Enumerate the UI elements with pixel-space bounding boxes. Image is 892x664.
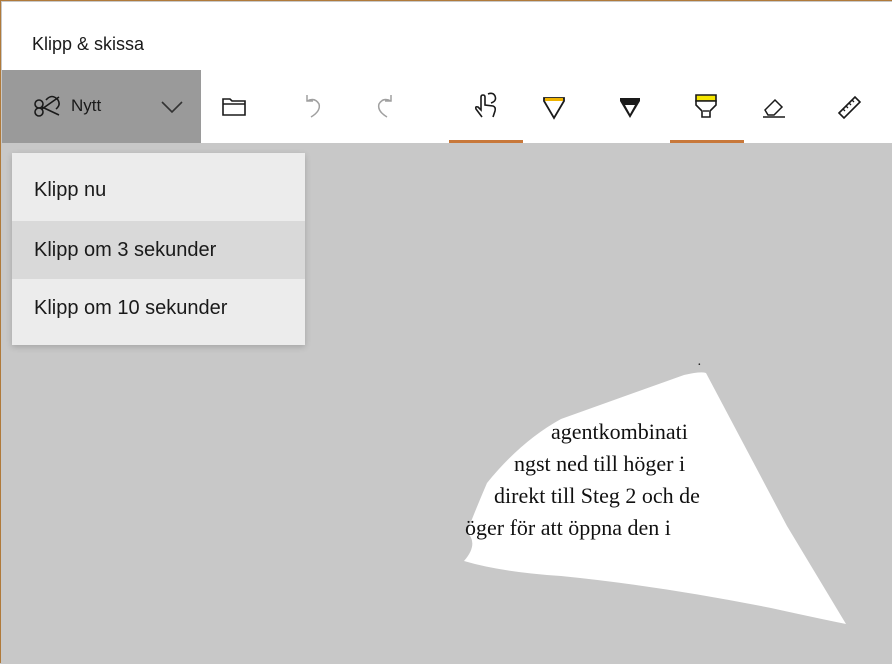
new-snip-dropdown-menu: Klipp nu Klipp om 3 sekunder Klipp om 10… [12,153,305,345]
undo-button[interactable] [292,86,332,126]
open-file-icon [222,98,246,116]
ballpoint-pen-icon [543,97,565,120]
new-snip-button[interactable]: Nytt [2,70,201,143]
menu-item-snip-10-seconds[interactable]: Klipp om 10 sekunder [12,279,305,337]
touch-writing-active-indicator [449,140,523,143]
toolbar: Nytt [2,70,892,143]
snip-text-line: · [697,358,702,373]
highlighter-button[interactable] [686,86,726,126]
eraser-icon [763,98,785,118]
ballpoint-pen-button[interactable] [534,86,574,126]
undo-icon [306,95,321,118]
snip-text-line: öger för att öppna den i [465,515,671,540]
ruler-icon [837,95,862,120]
menu-item-snip-3-seconds[interactable]: Klipp om 3 sekunder [12,221,305,279]
snip-text-line: agentkombinati [551,419,688,444]
touch-writing-button[interactable] [466,86,506,126]
redo-button[interactable] [366,86,406,126]
ruler-button[interactable] [830,86,870,126]
snip-sketch-window: Klipp & skissa Nytt · agentkombinati ngs… [0,0,892,663]
snip-text-line: direkt till Steg 2 och de [494,483,700,508]
chevron-down-icon[interactable] [159,94,185,120]
snip-icon [34,95,60,117]
highlighter-icon [695,94,717,118]
new-snip-label: Nytt [71,96,102,115]
redo-icon [377,95,392,118]
open-file-button[interactable] [214,86,254,126]
pencil-button[interactable] [610,86,650,126]
eraser-button[interactable] [754,86,794,126]
app-title: Klipp & skissa [32,34,145,54]
touch-writing-icon [474,92,497,118]
highlighter-active-indicator [670,140,744,143]
pencil-icon [620,98,640,118]
snip-text-line: ngst ned till höger i [514,451,686,476]
title-bar: Klipp & skissa [2,2,892,70]
menu-item-snip-now[interactable]: Klipp nu [12,161,305,219]
